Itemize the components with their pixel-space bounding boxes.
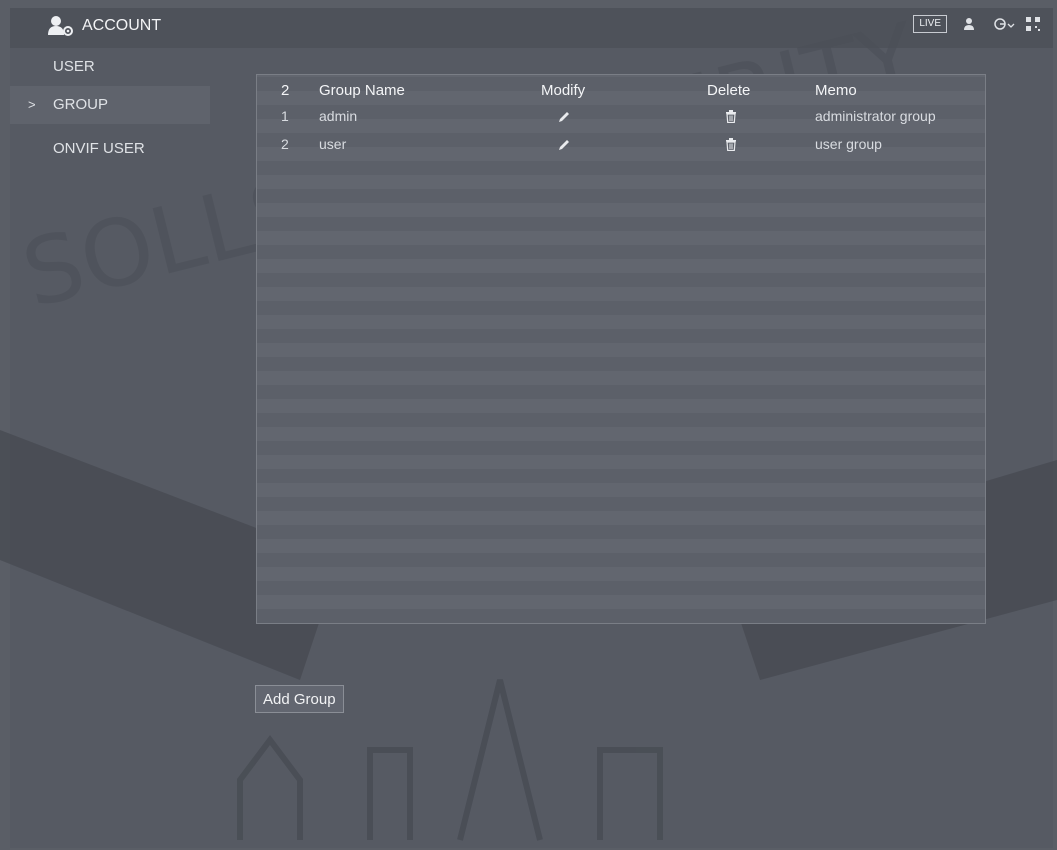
user-icon[interactable] (961, 16, 979, 32)
trash-icon[interactable] (725, 138, 737, 155)
sidebar: USER > GROUP ONVIF USER (10, 48, 210, 838)
add-group-button[interactable]: Add Group (255, 685, 344, 713)
group-name: admin (319, 108, 358, 124)
logout-icon[interactable] (993, 16, 1015, 32)
table-row[interactable]: 1 admin administrator group (257, 105, 985, 129)
top-bar (10, 8, 1053, 48)
sidebar-item-onvif-user[interactable]: ONVIF USER (10, 130, 210, 168)
column-delete: Delete (707, 82, 751, 99)
trash-icon[interactable] (725, 110, 737, 127)
column-memo: Memo (815, 82, 857, 99)
page-title-text: ACCOUNT (82, 17, 162, 34)
sidebar-item-user[interactable]: USER (10, 48, 210, 86)
group-name: user (319, 136, 347, 152)
column-group-name: Group Name (319, 82, 405, 99)
chevron-right-icon: > (28, 97, 36, 112)
sidebar-item-label: USER (53, 58, 95, 75)
user-settings-icon (48, 15, 74, 37)
group-count: 2 (281, 82, 290, 99)
sidebar-item-label: GROUP (53, 96, 109, 113)
group-memo: administrator group (815, 108, 936, 124)
edit-icon[interactable] (557, 110, 571, 128)
edit-icon[interactable] (557, 138, 571, 156)
group-memo: user group (815, 136, 882, 152)
table-header: 2 Group Name Modify Delete Memo (257, 79, 985, 103)
content-area: 2 Group Name Modify Delete Memo 1 admin … (218, 48, 1053, 838)
table-row[interactable]: 2 user user group (257, 133, 985, 157)
row-number: 2 (281, 136, 289, 152)
qr-code-icon[interactable] (1025, 16, 1043, 32)
live-button[interactable]: LIVE (913, 15, 947, 33)
top-right-toolbar: LIVE (913, 15, 1043, 33)
group-table: 2 Group Name Modify Delete Memo 1 admin … (256, 74, 986, 624)
column-modify: Modify (541, 82, 586, 99)
sidebar-item-group[interactable]: > GROUP (10, 86, 210, 124)
page-title: ACCOUNT (48, 15, 161, 37)
sidebar-item-label: ONVIF USER (53, 140, 145, 157)
row-number: 1 (281, 108, 289, 124)
